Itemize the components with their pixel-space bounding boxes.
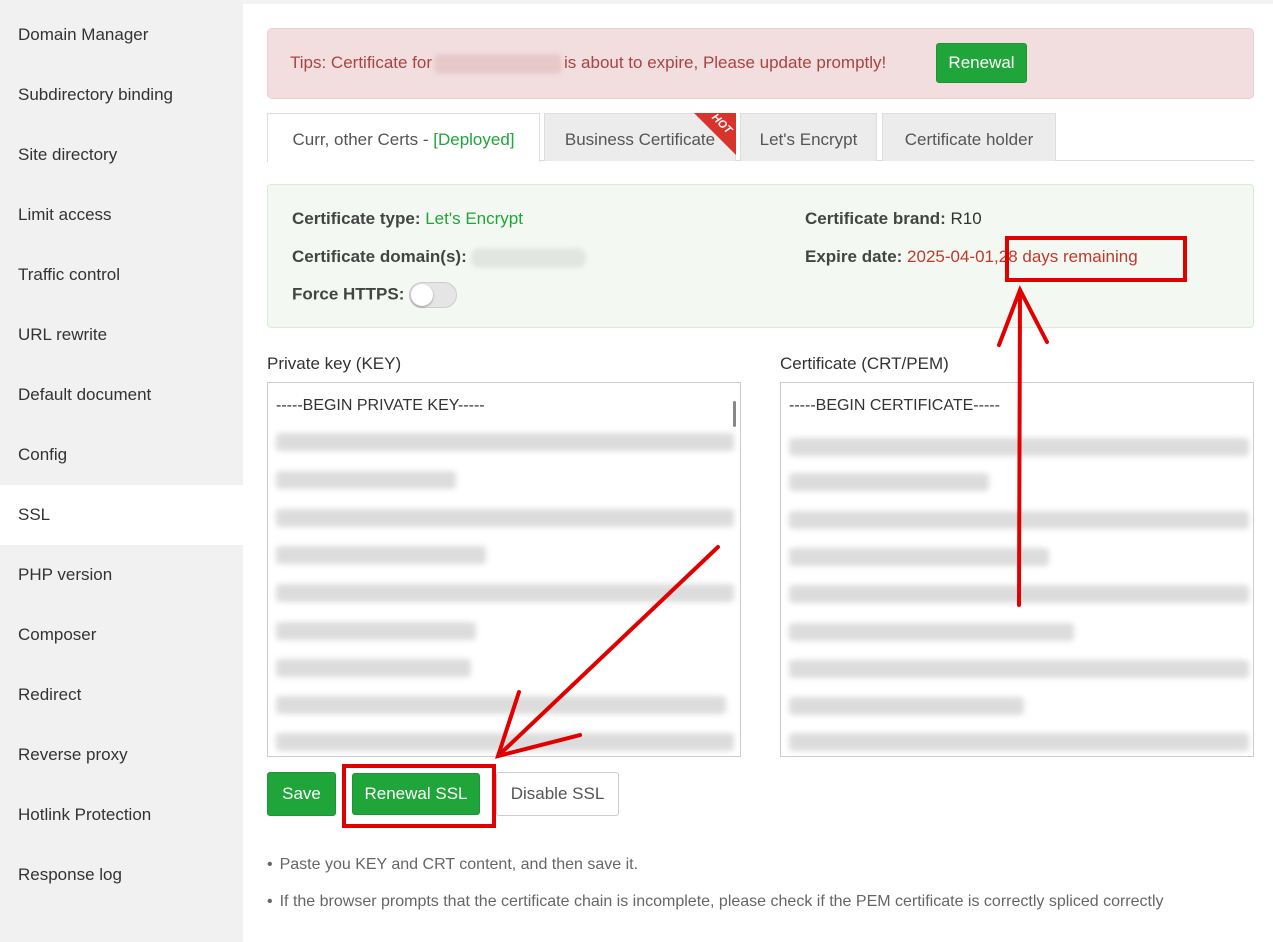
redacted-cert-line [789,623,1074,641]
sidebar-item-default-document[interactable]: Default document [0,365,243,425]
cert-type-label: Certificate type: [292,209,421,228]
redacted-key-line [276,733,734,751]
private-key-textarea[interactable]: -----BEGIN PRIVATE KEY----- [267,382,741,757]
sidebar-item-redirect[interactable]: Redirect [0,665,243,725]
redacted-key-line [276,546,486,564]
redacted-key-line [276,696,726,714]
tab-business-certificate[interactable]: Business Certificate HOT [544,112,736,161]
tab-certificate-holder[interactable]: Certificate holder [882,113,1056,161]
tab-certificate-holder-label: Certificate holder [904,130,1034,149]
expire-highlight-box [1005,236,1187,282]
force-https-row: Force HTTPS: [292,282,458,308]
redacted-cert-line [789,548,1049,566]
alert-message: Tips: Certificate for is about to expire,… [290,53,886,74]
alert-suffix: is about to expire, Please update prompt… [564,53,887,72]
cert-brand-value: R10 [950,209,982,228]
certificate-first-line: -----BEGIN CERTIFICATE----- [789,397,1000,414]
redacted-key-line [276,509,734,527]
cert-brand-row: Certificate brand: R10 [805,209,982,229]
note-item: • If the browser prompts that the certifi… [267,883,1247,920]
sidebar-nav: Domain Manager Subdirectory binding Site… [0,0,243,942]
redacted-key-line [276,659,471,677]
sidebar-item-config[interactable]: Config [0,425,243,485]
cert-type-row: Certificate type: Let's Encrypt [292,209,523,229]
expire-date-value: 2025-04-01, [907,247,999,266]
sidebar-item-ssl[interactable]: SSL [0,485,243,545]
redacted-cert-line [789,733,1249,751]
tab-lets-encrypt[interactable]: Let's Encrypt [740,113,877,161]
bullet-icon: • [267,893,273,910]
tab-business-certificate-label: Business Certificate [564,130,716,149]
redacted-cert-line [789,660,1249,678]
redacted-cert-line [789,511,1249,529]
textarea-scrollbar[interactable] [733,401,736,427]
note-text: If the browser prompts that the certific… [279,893,1164,910]
top-divider [243,0,1273,4]
help-notes: • Paste you KEY and CRT content, and then… [267,846,1247,920]
deployed-badge: [Deployed] [433,130,515,149]
sidebar-item-site-directory[interactable]: Site directory [0,125,243,185]
tab-lets-encrypt-label: Let's Encrypt [759,130,858,149]
expire-date-label: Expire date: [805,247,903,266]
sidebar-item-response-log[interactable]: Response log [0,845,243,905]
cert-domains-row: Certificate domain(s): [292,247,587,268]
renewal-highlight-box [342,764,496,828]
certificate-textarea[interactable]: -----BEGIN CERTIFICATE----- [780,382,1254,757]
redacted-domain-list [471,247,587,268]
private-key-first-line: -----BEGIN PRIVATE KEY----- [276,397,485,414]
tab-current-certs[interactable]: Curr, other Certs - [Deployed] [267,113,540,162]
private-key-label: Private key (KEY) [267,354,402,373]
sidebar-item-php-version[interactable]: PHP version [0,545,243,605]
save-button[interactable]: Save [267,772,336,816]
redacted-cert-line [789,438,1249,456]
redacted-key-line [276,584,734,602]
redacted-key-line [276,622,476,640]
redacted-key-line [276,471,456,489]
force-https-toggle[interactable] [409,282,458,308]
cert-domains-label: Certificate domain(s): [292,247,467,266]
bullet-icon: • [267,856,273,873]
sidebar-item-reverse-proxy[interactable]: Reverse proxy [0,725,243,785]
cert-type-value: Let's Encrypt [425,209,523,228]
expiry-alert: Tips: Certificate for is about to expire,… [267,28,1254,99]
redacted-domain [434,53,563,74]
sidebar-item-domain-manager[interactable]: Domain Manager [0,5,243,65]
sidebar-item-traffic-control[interactable]: Traffic control [0,245,243,305]
sidebar-item-limit-access[interactable]: Limit access [0,185,243,245]
redacted-cert-line [789,473,989,491]
sidebar-item-subdirectory-binding[interactable]: Subdirectory binding [0,65,243,125]
toggle-knob [411,284,434,306]
alert-prefix: Tips: Certificate for [290,53,433,72]
redacted-cert-line [789,585,1249,603]
disable-ssl-button[interactable]: Disable SSL [496,772,619,816]
cert-brand-label: Certificate brand: [805,209,946,228]
note-text: Paste you KEY and CRT content, and then … [279,856,639,873]
certificate-label: Certificate (CRT/PEM) [780,354,949,373]
note-item: • Paste you KEY and CRT content, and then… [267,846,1247,883]
sidebar-item-hotlink-protection[interactable]: Hotlink Protection [0,785,243,845]
alert-renewal-button[interactable]: Renewal [936,43,1027,83]
redacted-cert-line [789,697,1024,715]
force-https-label: Force HTTPS: [292,284,405,304]
sidebar-item-url-rewrite[interactable]: URL rewrite [0,305,243,365]
sidebar-item-composer[interactable]: Composer [0,605,243,665]
redacted-key-line [276,433,734,451]
tab-current-certs-label: Curr, other Certs - [292,130,434,149]
